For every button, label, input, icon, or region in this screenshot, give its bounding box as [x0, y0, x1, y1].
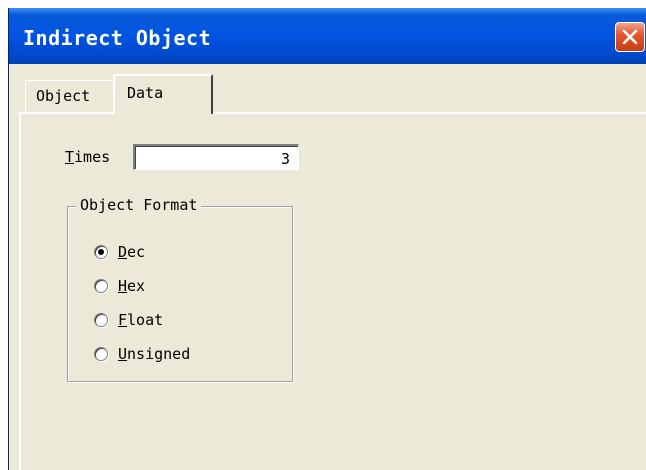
tab-data-label: Data: [127, 84, 164, 102]
dialog-window: Indirect Object Object Data Times 3 Obje…: [8, 8, 646, 470]
tab-object[interactable]: Object: [25, 80, 119, 112]
radio-float-label: Float: [118, 311, 164, 329]
tab-panel-data: Times 3 Object Format Dec Hex Float Unsi…: [19, 112, 646, 470]
times-input[interactable]: 3: [133, 144, 299, 170]
object-format-group: Object Format Dec Hex Float Unsigned: [67, 196, 293, 382]
radio-unsigned-button[interactable]: [94, 347, 108, 361]
object-format-legend: Object Format: [76, 196, 202, 214]
radio-unsigned[interactable]: Unsigned: [94, 345, 190, 363]
radio-dec-button[interactable]: [94, 245, 108, 259]
radio-float[interactable]: Float: [94, 311, 163, 329]
radio-unsigned-label: Unsigned: [118, 345, 191, 363]
radio-float-button[interactable]: [94, 313, 108, 327]
radio-dec[interactable]: Dec: [94, 243, 145, 261]
radio-hex-label: Hex: [118, 277, 146, 295]
radio-hex[interactable]: Hex: [94, 277, 145, 295]
tab-strip: Object Data: [9, 64, 646, 114]
window-title: Indirect Object: [23, 26, 212, 50]
times-label: Times: [65, 148, 111, 166]
tab-object-label: Object: [36, 87, 91, 105]
tab-data[interactable]: Data: [113, 74, 213, 114]
radio-hex-button[interactable]: [94, 279, 108, 293]
title-bar[interactable]: Indirect Object: [9, 8, 646, 64]
close-button[interactable]: [615, 22, 645, 52]
close-icon: [621, 28, 639, 46]
radio-dec-label: Dec: [118, 243, 146, 261]
